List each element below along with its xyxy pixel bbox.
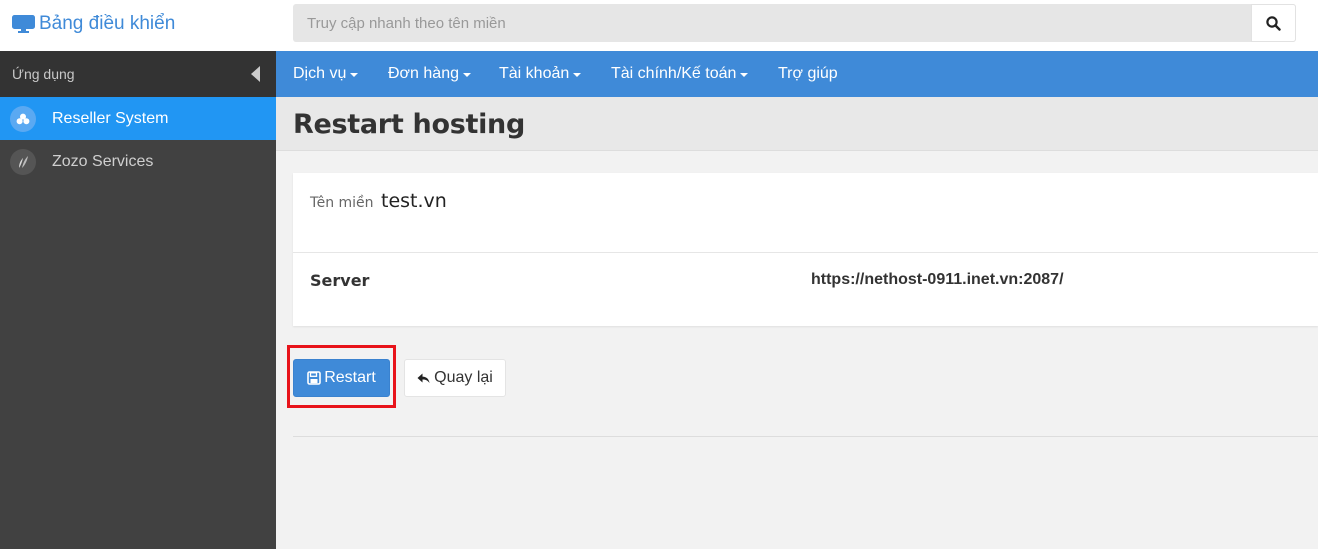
back-button[interactable]: Quay lại <box>404 359 506 397</box>
brand-title: Bảng điều khiển <box>39 13 176 34</box>
top-header: Bảng điều khiển <box>0 0 1318 51</box>
back-label: Quay lại <box>434 369 493 386</box>
nav-label: Đơn hàng <box>388 65 459 82</box>
sidebar-header: Ứng dụng <box>0 51 276 97</box>
caret-down-icon <box>740 73 749 77</box>
sidebar-item-reseller-system[interactable]: Reseller System <box>0 97 276 140</box>
save-icon <box>307 371 322 385</box>
sidebar: Ứng dụng Reseller System Zozo Services <box>0 51 276 549</box>
page-title: Restart hosting <box>293 109 525 140</box>
sidebar-title: Ứng dụng <box>12 66 75 82</box>
page-title-bar: Restart hosting <box>276 97 1318 151</box>
server-value: https://nethost-0911.inet.vn:2087/ <box>811 271 1064 288</box>
quick-search <box>293 4 1296 42</box>
server-label: Server <box>310 271 370 290</box>
hosting-detail-card: Tên miền test.vn Server https://nethost-… <box>293 173 1318 326</box>
reseller-logo-icon <box>10 105 36 132</box>
caret-down-icon <box>462 73 471 77</box>
nav-tro-giup[interactable]: Trợ giúp <box>778 51 838 97</box>
nav-dich-vu[interactable]: Dịch vụ <box>293 51 359 97</box>
nav-label: Trợ giúp <box>778 65 838 82</box>
domain-label: Tên miền <box>310 195 374 211</box>
nav-tai-chinh-ke-toan[interactable]: Tài chính/Kế toán <box>611 51 749 97</box>
card-header: Tên miền test.vn <box>293 173 1318 253</box>
caret-down-icon <box>350 73 359 77</box>
restart-label: Restart <box>324 369 376 386</box>
caret-down-icon <box>573 73 582 77</box>
search-icon <box>1266 15 1281 31</box>
nav-don-hang[interactable]: Đơn hàng <box>388 51 471 97</box>
nav-label: Tài khoản <box>499 65 570 82</box>
sidebar-item-label: Zozo Services <box>52 152 154 170</box>
main-content: Tên miền test.vn Server https://nethost-… <box>276 152 1318 549</box>
reply-arrow-icon <box>417 373 430 383</box>
sidebar-item-zozo-services[interactable]: Zozo Services <box>0 140 276 183</box>
brand-link[interactable]: Bảng điều khiển <box>12 11 175 37</box>
domain-value: test.vn <box>381 190 447 212</box>
restart-button[interactable]: Restart <box>293 359 390 397</box>
nav-label: Dịch vụ <box>293 65 347 82</box>
sidebar-item-label: Reseller System <box>52 109 169 127</box>
search-button[interactable] <box>1251 4 1296 42</box>
main-navbar: Dịch vụ Đơn hàng Tài khoản Tài chính/Kế … <box>276 51 1318 97</box>
search-input[interactable] <box>293 4 1251 42</box>
monitor-icon <box>12 15 35 33</box>
nav-tai-khoan[interactable]: Tài khoản <box>499 51 582 97</box>
collapse-sidebar-icon[interactable] <box>251 66 260 82</box>
nav-label: Tài chính/Kế toán <box>611 65 737 82</box>
zozo-logo-icon <box>10 148 36 175</box>
content-divider <box>293 436 1318 437</box>
